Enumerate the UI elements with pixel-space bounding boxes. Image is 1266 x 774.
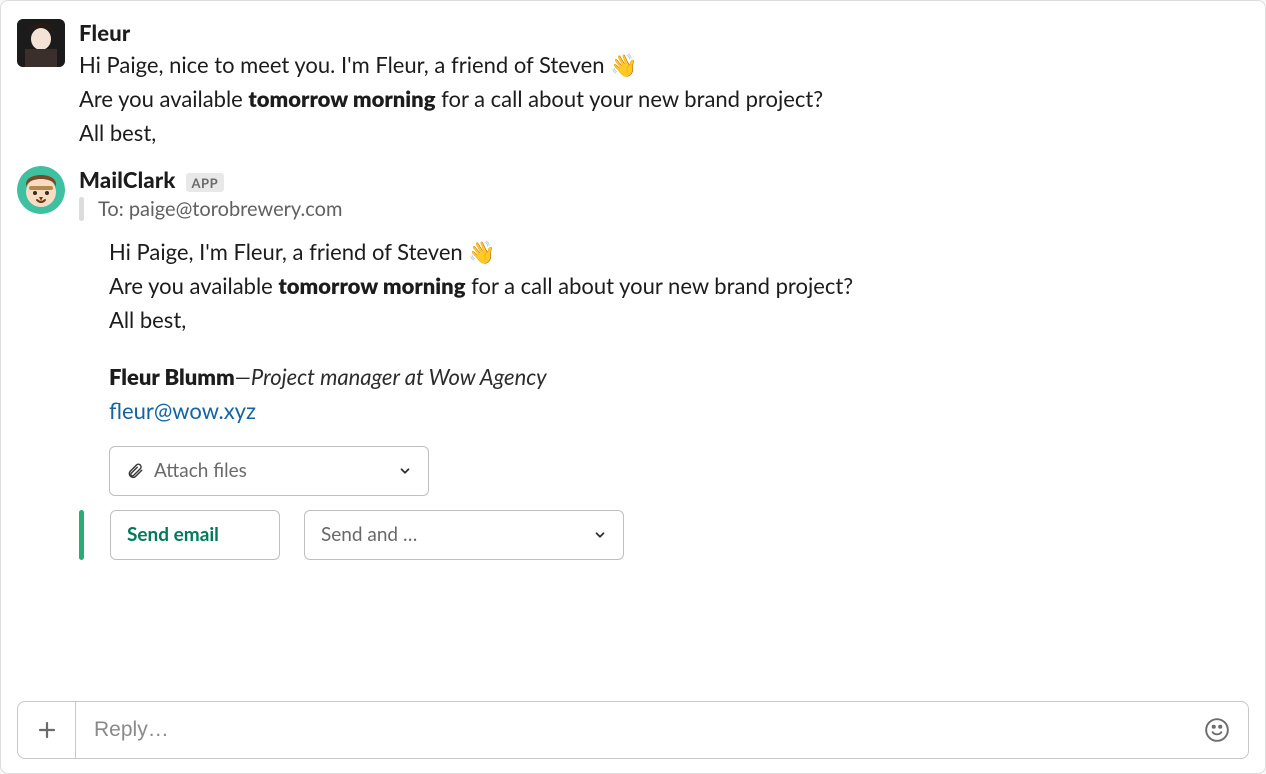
thread-panel: Fleur Hi Paige, nice to meet you. I'm Fl…	[0, 0, 1266, 774]
button-label: Send email	[127, 523, 263, 546]
send-and-button[interactable]: Send and …	[304, 510, 624, 560]
send-email-button[interactable]: Send email	[110, 510, 280, 560]
message-fleur: Fleur Hi Paige, nice to meet you. I'm Fl…	[17, 15, 1249, 162]
msg-line: Are you available	[109, 272, 278, 299]
chevron-down-icon	[593, 528, 607, 542]
msg-line: Hi Paige, nice to meet you. I'm Fleur, a…	[79, 51, 610, 78]
signature-dash: —	[235, 363, 251, 390]
message-mailclark: MailClark APP To: paige@torobrewery.com …	[17, 162, 1249, 571]
sender-name: Fleur	[79, 19, 130, 46]
email-to-block: To: paige@torobrewery.com	[79, 197, 1249, 221]
wave-icon: 👋	[468, 235, 495, 269]
msg-line: for a call about your new brand project?	[465, 272, 853, 299]
avatar-mailclark	[17, 166, 65, 214]
signature-email-link[interactable]: fleur@wow.xyz	[109, 397, 256, 424]
wave-icon: 👋	[610, 48, 637, 82]
avatar-fleur	[17, 19, 65, 67]
email-to: To: paige@torobrewery.com	[98, 197, 342, 221]
emoji-picker-button[interactable]	[1202, 715, 1232, 745]
reply-composer	[17, 701, 1249, 759]
msg-line: for a call about your new brand project?	[435, 85, 823, 112]
reply-input[interactable]	[92, 717, 1202, 743]
signature-title: Project manager at Wow Agency	[251, 363, 547, 390]
add-attachment-button[interactable]	[17, 701, 75, 759]
msg-line: Hi Paige, I'm Fleur, a friend of Steven	[109, 238, 468, 265]
msg-line: All best,	[79, 119, 156, 146]
msg-bold: tomorrow morning	[278, 272, 465, 299]
reply-box	[75, 701, 1249, 759]
msg-line: Are you available	[79, 85, 248, 112]
quote-bar	[79, 197, 84, 221]
message-body: Hi Paige, nice to meet you. I'm Fleur, a…	[79, 48, 1249, 150]
sender-name: MailClark	[79, 166, 176, 193]
msg-line: All best,	[109, 306, 186, 333]
paperclip-icon	[126, 461, 144, 481]
attach-files-button[interactable]: Attach files	[109, 446, 429, 496]
app-badge: APP	[186, 173, 225, 192]
email-body: Hi Paige, I'm Fleur, a friend of Steven …	[79, 235, 1249, 427]
action-accent-bar	[79, 510, 84, 560]
button-label: Send and …	[321, 523, 583, 546]
chevron-down-icon	[398, 464, 412, 478]
button-label: Attach files	[154, 459, 388, 482]
signature-name: Fleur Blumm	[109, 363, 235, 390]
msg-bold: tomorrow morning	[248, 85, 435, 112]
